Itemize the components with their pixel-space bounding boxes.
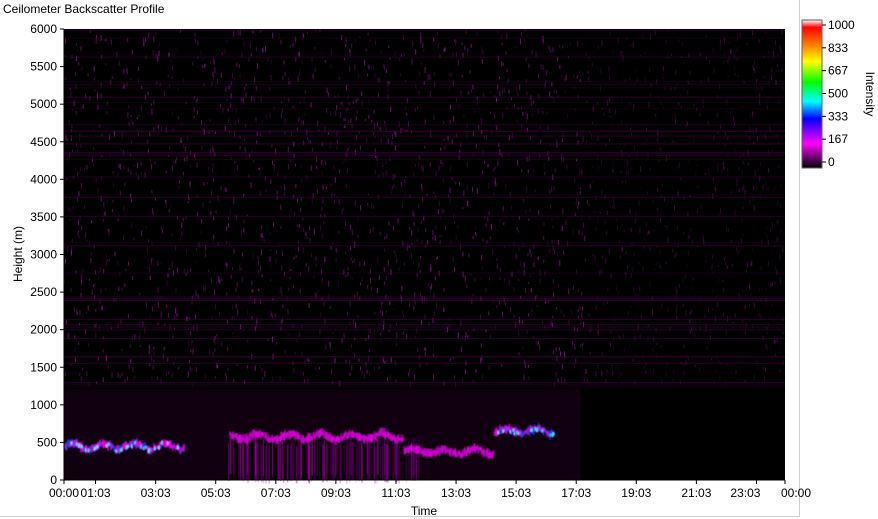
x-tick-label: 19:03 — [621, 486, 651, 500]
x-tick-label: 21:03 — [681, 486, 711, 500]
x-tick-label: 17:03 — [561, 486, 591, 500]
y-tick-label: 3500 — [30, 210, 57, 224]
colorbar: 1000 833 667 500 333 167 0 Intensity — [801, 18, 877, 169]
x-tick-label: 01:03 — [81, 486, 111, 500]
x-tick-label: 11:03 — [381, 486, 410, 500]
y-tick-label: 1500 — [30, 360, 57, 374]
x-tick-label: 00:00 — [49, 486, 79, 500]
colorbar-gradient — [801, 19, 823, 169]
colorbar-tick-label: 167 — [828, 132, 848, 146]
y-tick-label: 5000 — [30, 97, 57, 111]
y-tick-label: 0 — [50, 473, 57, 487]
x-tick-label: 09:03 — [321, 486, 351, 500]
y-tick-label: 1000 — [30, 398, 57, 412]
colorbar-tick-label: 667 — [828, 64, 848, 78]
backscatter-heatmap-chart: 0500100015002000250030003500400045005000… — [11, 18, 877, 518]
y-tick-label: 5500 — [30, 60, 57, 74]
x-tick-label: 15:03 — [501, 486, 531, 500]
x-tick-label: 13:03 — [441, 486, 471, 500]
y-tick-label: 2500 — [30, 285, 57, 299]
colorbar-label: Intensity — [863, 72, 877, 117]
x-tick-label: 00:00 — [781, 486, 811, 500]
x-tick-label: 03:03 — [141, 486, 171, 500]
colorbar-ticks: 1000 833 667 500 333 167 0 — [822, 18, 855, 169]
colorbar-tick-label: 333 — [828, 109, 848, 123]
y-tick-label: 6000 — [30, 22, 57, 36]
colorbar-tick-label: 1000 — [828, 18, 855, 32]
x-tick-label: 23:03 — [730, 486, 760, 500]
colorbar-tick-label: 500 — [828, 87, 848, 101]
x-tick-label: 07:03 — [261, 486, 291, 500]
y-tick-label: 4500 — [30, 135, 57, 149]
y-tick-label: 2000 — [30, 323, 57, 337]
colorbar-tick-label: 833 — [828, 41, 848, 55]
y-tick-label: 500 — [37, 435, 57, 449]
y-tick-label: 4000 — [30, 172, 57, 186]
x-axis-label: Time — [411, 504, 438, 518]
colorbar-tick-label: 0 — [828, 155, 835, 169]
x-tick-label: 05:03 — [201, 486, 231, 500]
y-axis-label: Height (m) — [11, 226, 25, 282]
y-tick-label: 3000 — [30, 248, 57, 262]
